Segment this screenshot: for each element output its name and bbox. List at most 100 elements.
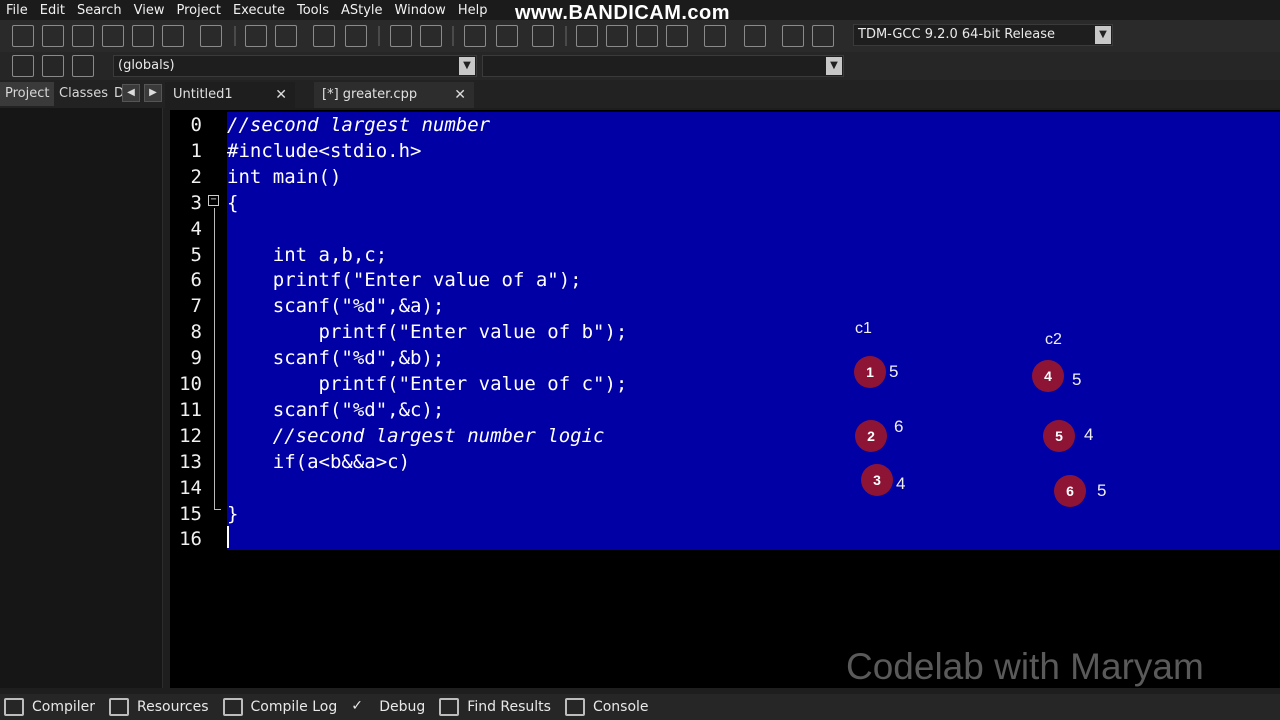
compile-icon[interactable]	[576, 25, 598, 47]
compiler-icon	[4, 698, 24, 716]
replace-icon[interactable]	[275, 25, 297, 47]
line-number: 14	[179, 477, 202, 499]
line-number: 6	[190, 269, 202, 291]
tab-resources[interactable]: Resources	[109, 698, 209, 716]
menu-help[interactable]: Help	[452, 3, 494, 18]
fold-line	[214, 208, 215, 510]
menu-view[interactable]: View	[128, 3, 171, 18]
stop-icon[interactable]	[744, 25, 766, 47]
remove-project-icon[interactable]	[496, 25, 518, 47]
code-line: }	[227, 503, 239, 525]
compiler-select-value: TDM-GCC 9.2.0 64-bit Release	[858, 27, 1056, 42]
line-number: 3	[190, 192, 202, 214]
chevron-down-icon[interactable]: ▼	[1095, 26, 1111, 44]
line-number: 5	[190, 244, 202, 266]
new-project-icon[interactable]	[464, 25, 486, 47]
code-line: int main()	[227, 166, 342, 188]
rebuild-icon[interactable]	[666, 25, 688, 47]
code-line: scanf("%d",&b);	[227, 347, 445, 369]
menu-window[interactable]: Window	[389, 3, 452, 18]
line-number: 13	[179, 451, 202, 473]
code-line: printf("Enter value of b");	[227, 321, 628, 343]
line-number: 15	[179, 503, 202, 525]
c1-label: c1	[855, 320, 872, 337]
code-line: scanf("%d",&a);	[227, 295, 445, 317]
tab-untitled1[interactable]: Untitled1 ✕	[165, 82, 295, 108]
fold-toggle-icon[interactable]: −	[208, 195, 219, 206]
step-marker: 1	[854, 356, 886, 388]
tab-label: Debug	[379, 699, 426, 715]
chevron-down-icon[interactable]: ▼	[826, 57, 842, 75]
member-select[interactable]: ▼	[482, 55, 844, 77]
text-caret	[227, 526, 229, 548]
close-icon[interactable]: ✕	[275, 82, 287, 108]
line-number: 2	[190, 166, 202, 188]
insert-icon[interactable]	[12, 55, 34, 77]
tab-classes[interactable]: Classes	[54, 82, 113, 106]
fold-end	[214, 509, 221, 510]
step-value: 5	[1072, 370, 1082, 389]
run-icon[interactable]	[606, 25, 628, 47]
menu-astyle[interactable]: AStyle	[335, 3, 389, 18]
step-marker: 6	[1054, 475, 1086, 507]
line-number: 4	[190, 218, 202, 240]
toggle-bookmark-icon[interactable]	[42, 55, 64, 77]
menu-edit[interactable]: Edit	[34, 3, 71, 18]
find-icon[interactable]	[245, 25, 267, 47]
chevron-left-icon[interactable]: ◀	[122, 84, 140, 102]
chevron-right-icon[interactable]: ▶	[144, 84, 162, 102]
tab-find-results[interactable]: Find Results	[439, 698, 551, 716]
toolbar-separator	[565, 26, 567, 46]
undo-icon[interactable]	[390, 25, 412, 47]
line-number: 0	[190, 114, 202, 136]
tab-label: [*] greater.cpp	[322, 87, 418, 102]
code-line: {	[227, 192, 239, 214]
line-number: 12	[179, 425, 202, 447]
print-icon[interactable]	[200, 25, 222, 47]
tab-compile-log[interactable]: Compile Log	[222, 698, 337, 716]
step-value: 4	[1084, 425, 1094, 444]
step-value: 6	[894, 417, 904, 436]
tab-label: Console	[592, 699, 649, 715]
menu-execute[interactable]: Execute	[227, 3, 291, 18]
check-syntax-icon[interactable]	[704, 25, 726, 47]
step-marker: 3	[861, 464, 893, 496]
save-all-icon[interactable]	[102, 25, 124, 47]
code-line: scanf("%d",&c);	[227, 399, 445, 421]
redo-icon[interactable]	[420, 25, 442, 47]
line-number: 8	[190, 321, 202, 343]
step-marker: 2	[855, 420, 887, 452]
code-line: #include<stdio.h>	[227, 140, 422, 162]
step-marker: 4	[1032, 360, 1064, 392]
menu-project[interactable]: Project	[170, 3, 226, 18]
scope-select-value: (globals)	[118, 58, 175, 73]
chevron-down-icon[interactable]: ▼	[459, 57, 475, 75]
compile-run-icon[interactable]	[636, 25, 658, 47]
tab-greater-cpp[interactable]: [*] greater.cpp ✕	[314, 82, 474, 108]
scope-select[interactable]: (globals) ▼	[113, 55, 477, 77]
save-icon[interactable]	[72, 25, 94, 47]
new-file-icon[interactable]	[12, 25, 34, 47]
close-all-icon[interactable]	[162, 25, 184, 47]
profile-icon[interactable]	[782, 25, 804, 47]
bookmark-icon[interactable]	[532, 25, 554, 47]
open-folder-icon[interactable]	[42, 25, 64, 47]
unindent-icon[interactable]	[345, 25, 367, 47]
delete-profile-icon[interactable]	[812, 25, 834, 47]
close-icon[interactable]: ✕	[454, 82, 466, 108]
goto-bookmark-icon[interactable]	[72, 55, 94, 77]
menu-search[interactable]: Search	[71, 3, 128, 18]
menu-tools[interactable]: Tools	[291, 3, 335, 18]
indent-icon[interactable]	[313, 25, 335, 47]
code-line: printf("Enter value of c");	[227, 373, 628, 395]
tab-compiler[interactable]: Compiler	[4, 698, 95, 716]
tab-project[interactable]: Project	[0, 82, 55, 106]
close-file-icon[interactable]	[132, 25, 154, 47]
menu-file[interactable]: File	[0, 3, 34, 18]
step-value: 4	[896, 474, 906, 493]
code-comment: //second largest number logic	[227, 425, 605, 447]
tab-debug[interactable]: ✓ Debug	[351, 698, 425, 716]
toolbar-separator	[378, 26, 380, 46]
compiler-select[interactable]: TDM-GCC 9.2.0 64-bit Release ▼	[853, 24, 1113, 46]
tab-console[interactable]: Console	[564, 698, 649, 716]
